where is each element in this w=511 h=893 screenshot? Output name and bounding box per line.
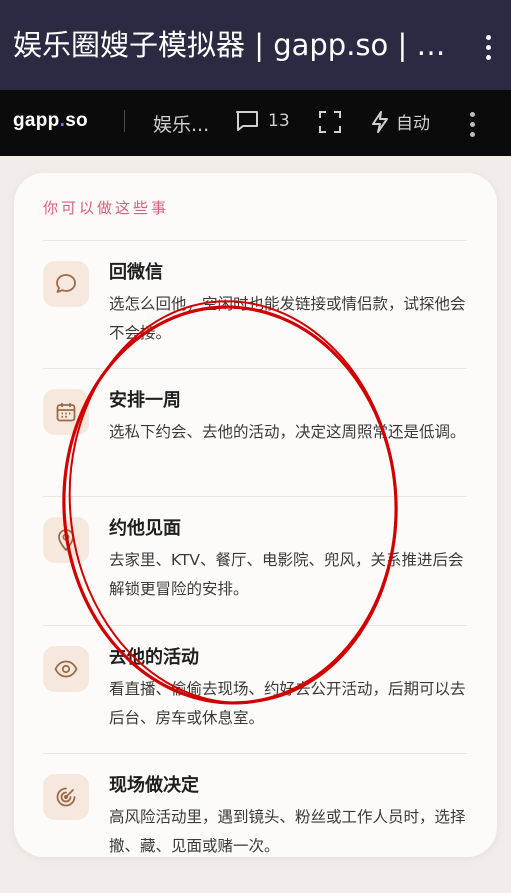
card-heading: 你可以做这些事 xyxy=(43,199,170,217)
eye-icon xyxy=(54,660,78,678)
list-item-reply-wechat[interactable]: 回微信 选怎么回他，空闲时也能发链接或情侣款，试探他会不会接。 xyxy=(43,240,467,369)
comment-count: 13 xyxy=(268,111,290,131)
item-title: 去他的活动 xyxy=(109,647,199,668)
toolbar-divider xyxy=(124,110,125,132)
brand-logo[interactable]: gapp.so xyxy=(13,110,88,132)
lightning-icon xyxy=(372,110,388,133)
radar-icon xyxy=(56,787,76,807)
item-description: 选私下约会、去他的活动，决定这周照常还是低调。 xyxy=(109,423,466,441)
more-options-icon[interactable] xyxy=(486,35,491,60)
toolbar-more-icon[interactable] xyxy=(470,112,475,137)
window-title: 娱乐圈嫂子模拟器 | gapp.so | g... xyxy=(13,28,453,62)
auto-mode-label: 自动 xyxy=(396,114,430,134)
item-icon-box xyxy=(43,517,89,563)
item-icon-box xyxy=(43,774,89,820)
browser-title-bar: 娱乐圈嫂子模拟器 | gapp.so | g... xyxy=(0,0,511,90)
actions-card: 你可以做这些事 回微信 选怎么回他，空闲时也能发链接或情侣款，试探他会不会接。 … xyxy=(14,173,497,857)
item-title: 现场做决定 xyxy=(109,775,199,796)
auto-mode-button[interactable]: 自动 xyxy=(370,109,430,134)
item-description: 选怎么回他，空闲时也能发链接或情侣款，试探他会不会接。 xyxy=(109,295,466,342)
item-description: 看直播、偷偷去现场、约好去公开活动，后期可以去后台、房车或休息室。 xyxy=(109,680,466,727)
comments-button[interactable]: 13 xyxy=(234,109,290,133)
list-item-decide-onsite[interactable]: 现场做决定 高风险活动里，遇到镜头、粉丝或工作人员时，选择撤、藏、见面或赌一次。 xyxy=(43,753,467,857)
list-item-attend-event[interactable]: 去他的活动 看直播、偷偷去现场、约好去公开活动，后期可以去后台、房车或休息室。 xyxy=(43,625,467,754)
item-icon-box xyxy=(43,389,89,435)
comment-icon xyxy=(236,111,258,131)
item-title: 回微信 xyxy=(109,262,163,283)
chat-bubble-icon xyxy=(56,274,76,293)
item-icon-box xyxy=(43,646,89,692)
fullscreen-icon xyxy=(319,111,341,133)
app-toolbar: gapp.so 娱乐... 13 自动 xyxy=(0,90,511,156)
location-pin-icon xyxy=(58,529,74,551)
item-description: 去家里、KTV、餐厅、电影院、兜风，关系推进后会解锁更冒险的安排。 xyxy=(109,551,464,598)
list-item-plan-week[interactable]: 安排一周 选私下约会、去他的活动，决定这周照常还是低调。 xyxy=(43,368,467,497)
item-title: 安排一周 xyxy=(109,390,181,411)
brand-prefix: gapp xyxy=(13,110,60,131)
calendar-icon xyxy=(56,403,76,422)
list-item-meet-him[interactable]: 约他见面 去家里、KTV、餐厅、电影院、兜风，关系推进后会解锁更冒险的安排。 xyxy=(43,496,467,626)
brand-suffix: so xyxy=(65,110,88,131)
item-icon-box xyxy=(43,261,89,307)
item-title: 约他见面 xyxy=(109,518,181,539)
app-name-crumb[interactable]: 娱乐... xyxy=(153,110,209,137)
fullscreen-button[interactable] xyxy=(318,110,342,138)
item-description: 高风险活动里，遇到镜头、粉丝或工作人员时，选择撤、藏、见面或赌一次。 xyxy=(109,808,466,855)
